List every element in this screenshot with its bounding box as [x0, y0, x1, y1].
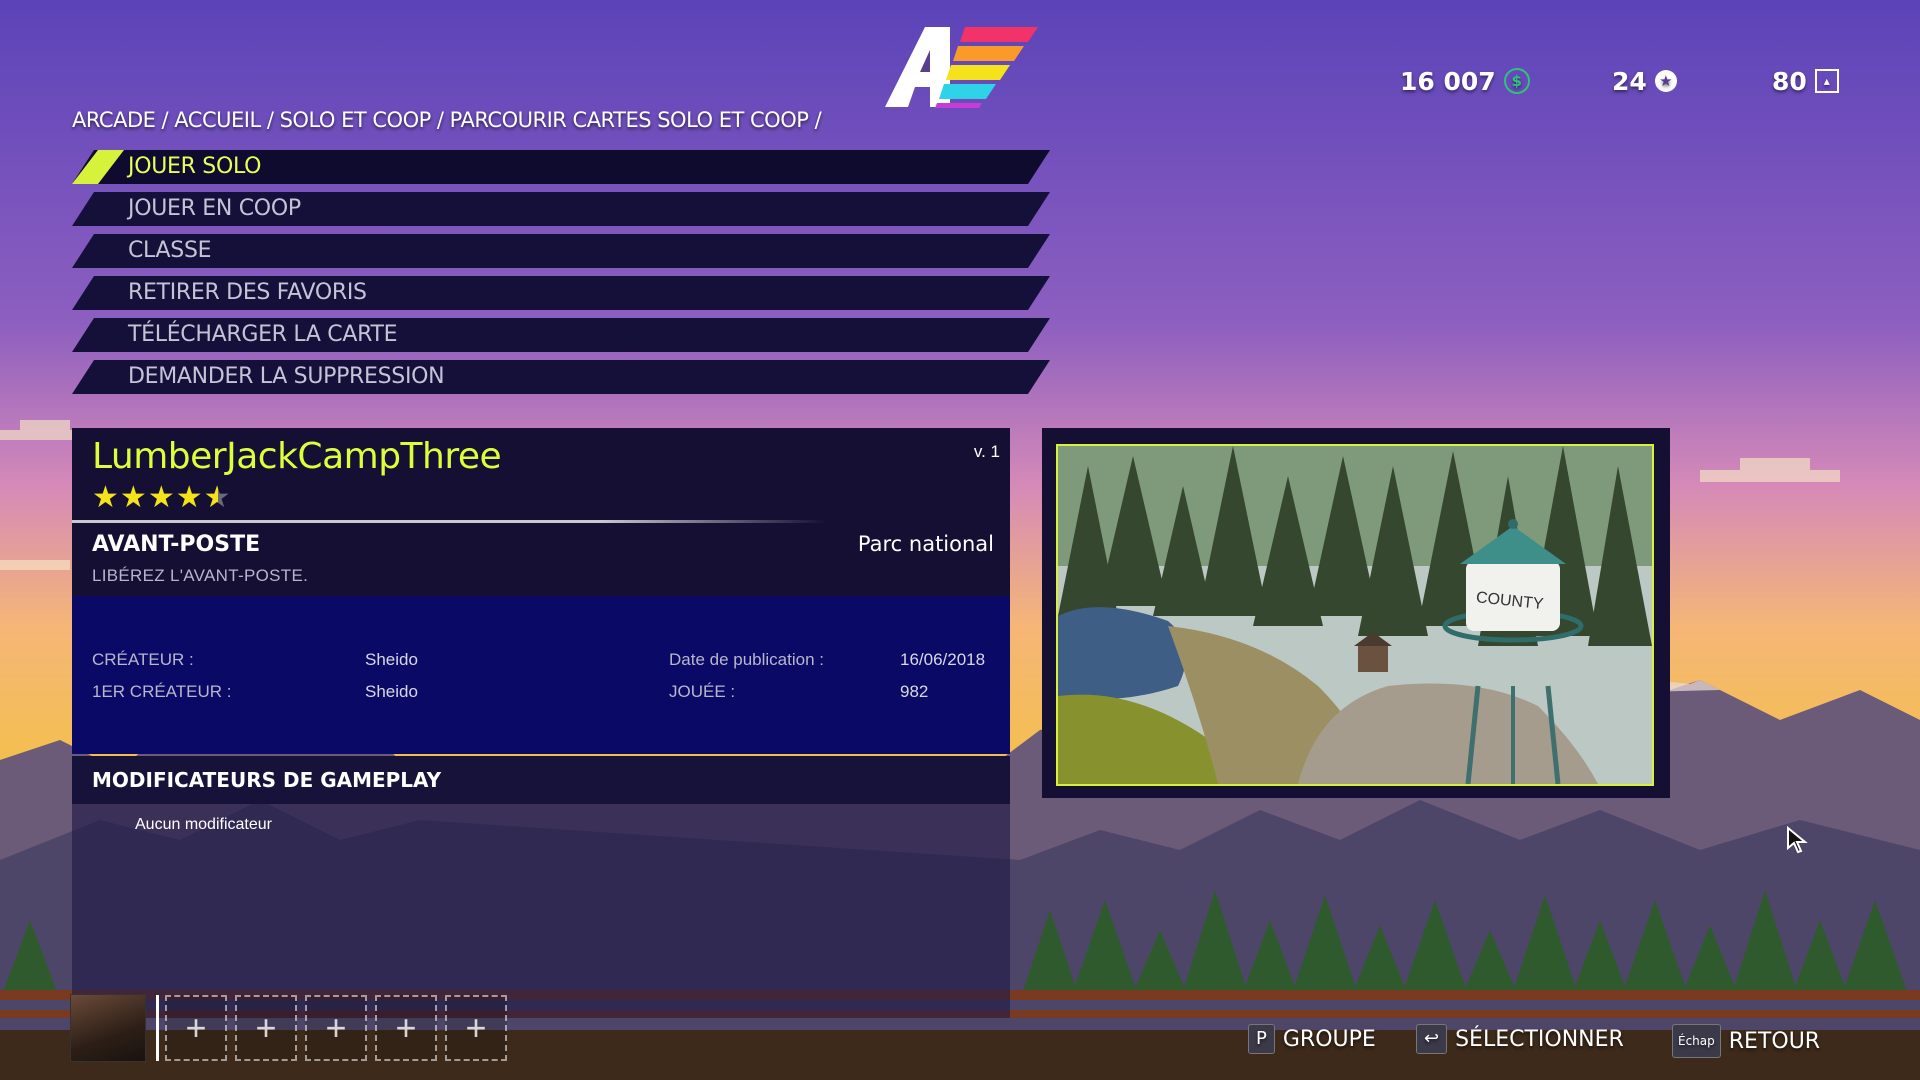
party-slot-4[interactable]: + [375, 995, 437, 1061]
creator-value: Sheido [365, 650, 418, 669]
menu-item-label: RETIRER DES FAVORIS [128, 280, 367, 305]
add-icon: + [395, 1007, 417, 1048]
menu-item-label: CLASSE [128, 238, 212, 263]
menu-item-class[interactable]: CLASSE [72, 234, 1050, 268]
select-label: SÉLECTIONNER [1455, 1026, 1624, 1052]
map-details: CRÉATEUR : Sheido 1ER CRÉATEUR : Sheido … [72, 596, 1010, 754]
menu-item-request-deletion[interactable]: DEMANDER LA SUPPRESSION [72, 360, 1050, 394]
level-value: 80 [1772, 66, 1807, 96]
rating-star-icon: ★ [119, 481, 148, 514]
modifiers-header: MODIFICATEURS DE GAMEPLAY [72, 756, 1010, 804]
stars-value: 24 [1612, 66, 1647, 96]
map-version: v. 1 [973, 442, 1000, 461]
back-label: RETOUR [1728, 1028, 1821, 1054]
map-preview-image: COUNTY [1056, 444, 1654, 786]
enter-key-icon: ↩ [1416, 1024, 1448, 1054]
menu-item-label: JOUER EN COOP [128, 196, 301, 221]
back-hint[interactable]: Échap RETOUR [1672, 1024, 1820, 1058]
party-slot-2[interactable]: + [235, 995, 297, 1061]
menu-item-play-coop[interactable]: JOUER EN COOP [72, 192, 1050, 226]
party-slot-3[interactable]: + [305, 995, 367, 1061]
add-icon: + [255, 1007, 277, 1048]
played-value: 982 [900, 682, 929, 701]
party-slots: + + + + + [156, 995, 507, 1061]
map-info-panel: LumberJackCampThree v. 1 ★★★★★ AVANT-POS… [72, 428, 1010, 1018]
star-icon: ★ [1654, 70, 1677, 92]
preview-scene: COUNTY [1058, 446, 1652, 784]
rating-star-icon: ★ [147, 481, 176, 514]
menu-item-label: DEMANDER LA SUPPRESSION [128, 364, 445, 389]
modifiers-title: MODIFICATEURS DE GAMEPLAY [92, 768, 442, 792]
add-icon: + [325, 1007, 347, 1048]
menu-item-label: JOUER SOLO [128, 154, 262, 179]
escape-key-icon: Échap [1672, 1024, 1721, 1058]
group-label: GROUPE [1282, 1026, 1376, 1052]
played-label: JOUÉE : [669, 682, 736, 701]
rating-stars: ★★★★★ [92, 480, 232, 515]
action-menu: JOUER SOLO JOUER EN COOP CLASSE RETIRER … [72, 150, 1050, 402]
credits-value: 16 007 [1400, 66, 1496, 96]
biome-label: Parc national [857, 532, 994, 556]
player-avatar[interactable] [70, 994, 146, 1062]
header-divider [72, 520, 827, 523]
map-preview-panel: COUNTY [1042, 428, 1670, 798]
add-icon: + [185, 1007, 207, 1048]
select-hint[interactable]: ↩ SÉLECTIONNER [1416, 1024, 1624, 1054]
creator-label: CRÉATEUR : [92, 650, 194, 669]
no-modifier-text: Aucun modificateur [135, 816, 272, 833]
map-header: LumberJackCampThree v. 1 ★★★★★ AVANT-POS… [72, 428, 1010, 596]
level-counter: 80 ▴ [1772, 64, 1839, 98]
party-slot-1[interactable]: + [165, 995, 227, 1061]
arcade-logo [885, 27, 1038, 108]
breadcrumb: ARCADE / ACCUEIL / SOLO ET COOP / PARCOU… [72, 108, 822, 132]
pub-date-value: 16/06/2018 [900, 650, 986, 669]
rating-star-icon: ★ [92, 481, 120, 514]
objective-text: LIBÉREZ L'AVANT-POSTE. [92, 566, 309, 585]
rating-star-icon: ★ [203, 481, 232, 514]
game-mode: AVANT-POSTE [92, 532, 261, 557]
modifiers-body: Aucun modificateur [72, 804, 1010, 1018]
mouse-cursor-icon [1787, 826, 1808, 854]
credits-counter: 16 007 $ [1400, 64, 1530, 98]
menu-item-remove-favorite[interactable]: RETIRER DES FAVORIS [72, 276, 1050, 310]
pub-date-label: Date de publication : [669, 650, 824, 669]
party-bar: + + + + + [70, 994, 507, 1062]
menu-item-label: TÉLÉCHARGER LA CARTE [128, 322, 398, 347]
group-hint[interactable]: P GROUPE [1248, 1024, 1376, 1054]
stars-counter: 24 ★ [1612, 64, 1677, 98]
rating-star-icon: ★ [175, 481, 204, 514]
key-p-icon: P [1248, 1024, 1275, 1054]
menu-item-play-solo[interactable]: JOUER SOLO [72, 150, 1050, 184]
credits-icon: $ [1503, 68, 1530, 94]
add-icon: + [465, 1007, 487, 1048]
first-creator-value: Sheido [365, 682, 418, 701]
party-slot-5[interactable]: + [445, 995, 507, 1061]
first-creator-label: 1ER CRÉATEUR : [92, 682, 232, 701]
level-icon: ▴ [1814, 69, 1839, 93]
map-name: LumberJackCampThree [92, 436, 502, 477]
menu-item-download-map[interactable]: TÉLÉCHARGER LA CARTE [72, 318, 1050, 352]
